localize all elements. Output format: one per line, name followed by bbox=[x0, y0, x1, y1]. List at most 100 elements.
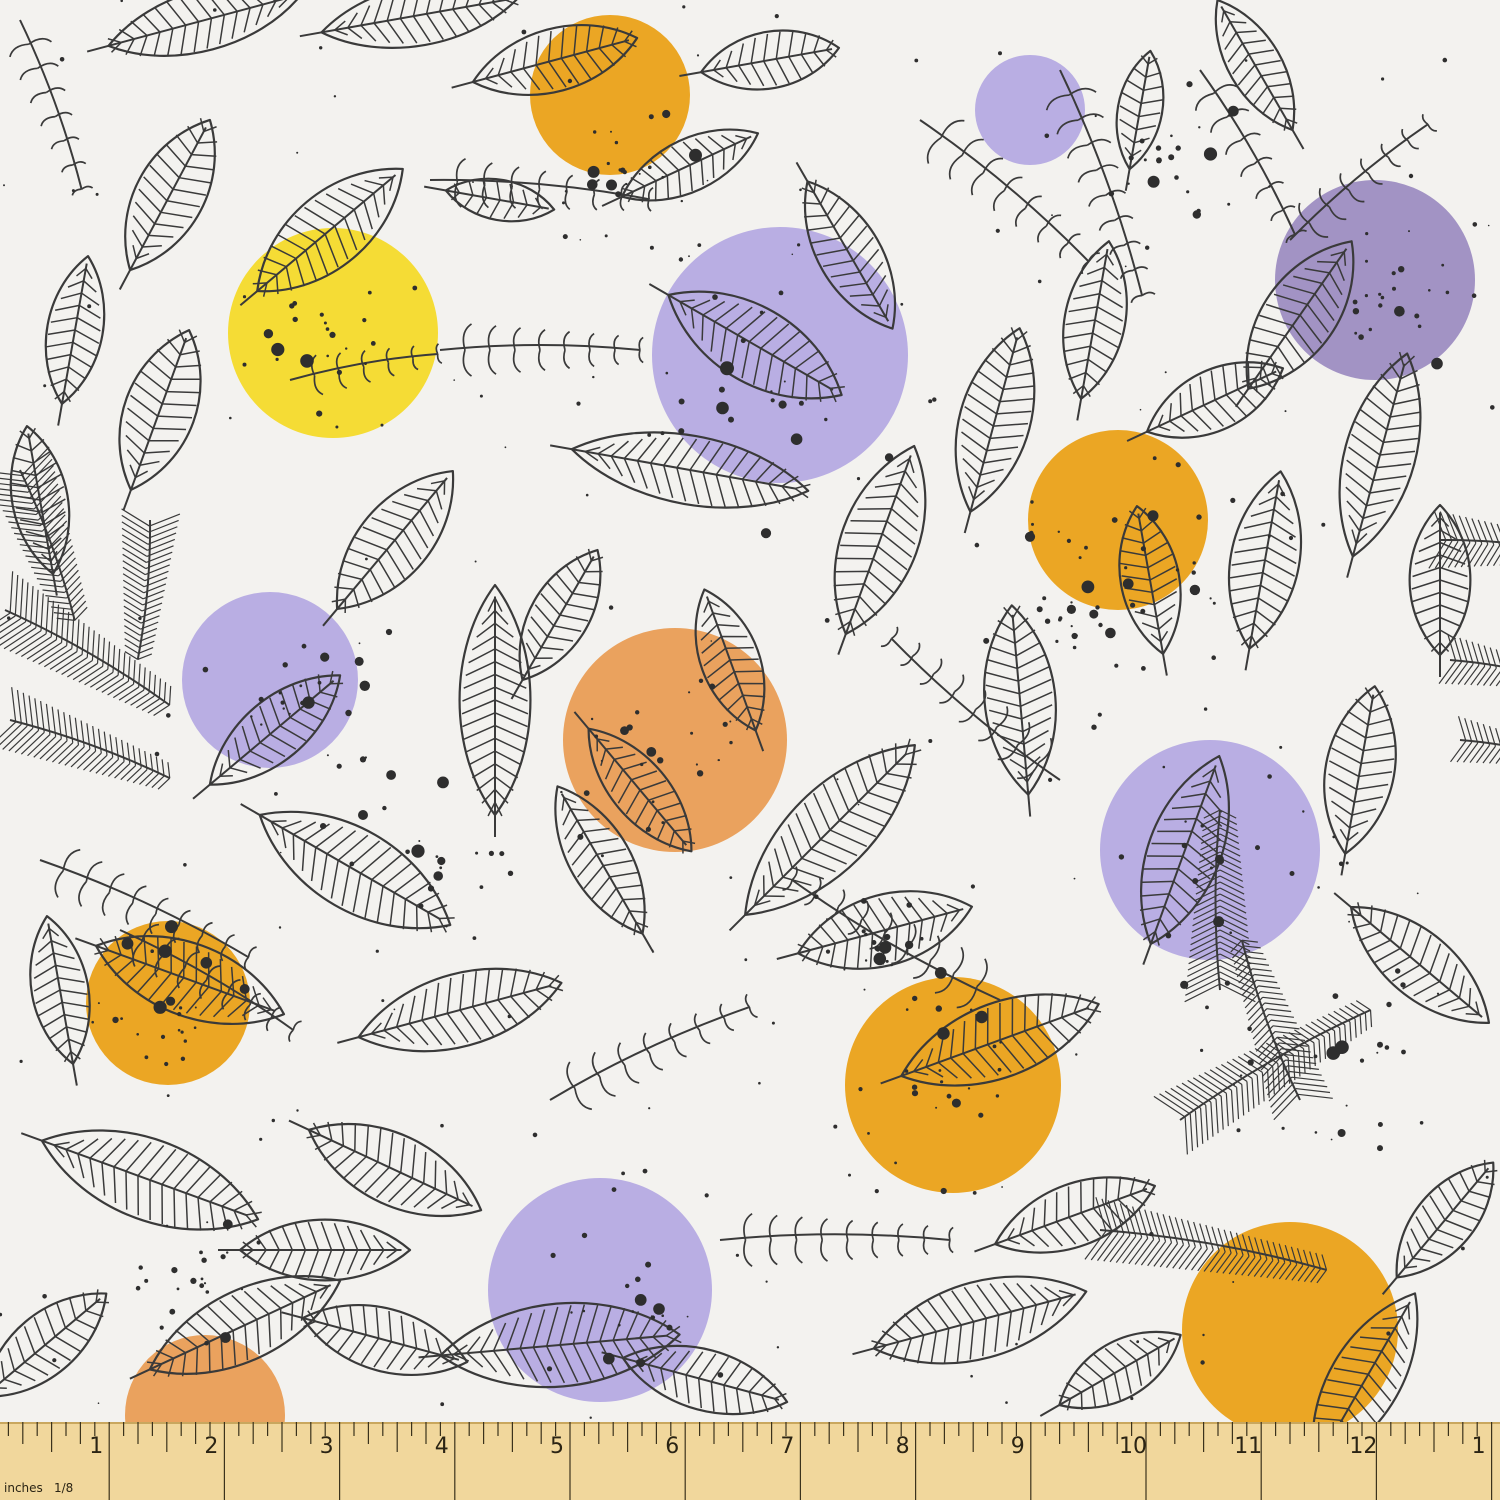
ink-drop bbox=[938, 1069, 942, 1072]
ink-drop bbox=[158, 944, 172, 958]
fabric-swatch: 1 2 3 4 5 6 7 8 9 10 11 12 1 inches 1/8 bbox=[0, 0, 1500, 1500]
ruler-number: 6 bbox=[665, 1434, 679, 1459]
ink-drop bbox=[594, 734, 599, 739]
ink-drop bbox=[662, 109, 671, 119]
ink-drop bbox=[778, 400, 787, 409]
ink-drop bbox=[359, 756, 367, 763]
ink-drop bbox=[1139, 408, 1142, 411]
ink-drop bbox=[900, 302, 904, 306]
ink-drop bbox=[1281, 1126, 1285, 1130]
ink-drop bbox=[1376, 1051, 1379, 1054]
ink-drop bbox=[1180, 980, 1189, 989]
ink-drop bbox=[164, 1061, 169, 1067]
ink-drop bbox=[1267, 534, 1271, 538]
ink-drop bbox=[52, 1358, 57, 1363]
ink-drop bbox=[488, 850, 494, 857]
ink-drop bbox=[435, 855, 439, 858]
ink-drop bbox=[992, 1044, 997, 1049]
ink-drop bbox=[587, 165, 600, 178]
ink-drop bbox=[682, 5, 686, 9]
ink-drop bbox=[770, 398, 775, 403]
ink-drop bbox=[220, 1332, 231, 1343]
ink-drop bbox=[833, 1124, 838, 1129]
ink-drop bbox=[560, 790, 563, 794]
ink-drop bbox=[911, 1090, 919, 1097]
ink-drop bbox=[617, 1323, 621, 1327]
ink-drop bbox=[240, 1288, 244, 1291]
ink-drop bbox=[1058, 616, 1063, 621]
ink-drop bbox=[183, 863, 187, 867]
ink-drop bbox=[759, 310, 764, 315]
ink-drop bbox=[1136, 1340, 1140, 1344]
ink-drop bbox=[362, 318, 367, 323]
ink-drop bbox=[1149, 1231, 1154, 1237]
ink-drop bbox=[635, 710, 640, 715]
ink-drop bbox=[978, 1112, 984, 1118]
ink-drop bbox=[884, 933, 891, 941]
ink-drop bbox=[1377, 1041, 1383, 1048]
ink-drop bbox=[349, 861, 355, 867]
ink-drop bbox=[1485, 1175, 1489, 1179]
ink-drop bbox=[645, 1261, 652, 1268]
ink-drop bbox=[928, 739, 933, 743]
ink-drop bbox=[1213, 916, 1225, 928]
ink-drop bbox=[1487, 224, 1490, 227]
ink-drop bbox=[864, 932, 868, 937]
ink-drop bbox=[570, 1311, 573, 1314]
ink-drop bbox=[263, 329, 274, 339]
ink-drop bbox=[1330, 1138, 1333, 1141]
ink-drop bbox=[1378, 292, 1382, 296]
ink-drop bbox=[689, 148, 702, 162]
ink-drop bbox=[650, 1315, 656, 1320]
ink-drop bbox=[260, 723, 263, 726]
ink-drop bbox=[636, 1358, 646, 1368]
ink-drop bbox=[626, 724, 633, 731]
ink-drop bbox=[1203, 707, 1208, 711]
ink-drop bbox=[798, 400, 804, 406]
ink-drop bbox=[300, 354, 314, 368]
ink-drop bbox=[935, 1106, 938, 1109]
ink-drop bbox=[740, 338, 746, 344]
ink-drop bbox=[1233, 1083, 1235, 1086]
ink-drop bbox=[824, 417, 828, 422]
ink-drop bbox=[153, 1000, 167, 1014]
ink-drop bbox=[637, 1297, 643, 1303]
ink-drop bbox=[1284, 410, 1287, 413]
ink-drop bbox=[370, 341, 376, 346]
ink-drop bbox=[299, 684, 303, 688]
ink-drop bbox=[581, 1232, 588, 1239]
ink-drop bbox=[177, 1028, 181, 1032]
ink-drop bbox=[867, 1132, 870, 1135]
ink-drop bbox=[577, 833, 584, 840]
ink-drop bbox=[1139, 138, 1145, 144]
ink-drop bbox=[631, 1310, 635, 1313]
ruler-number: 1 bbox=[89, 1434, 103, 1459]
ink-drop bbox=[1408, 230, 1410, 233]
ink-drop bbox=[1205, 1005, 1209, 1010]
ink-drop bbox=[1332, 993, 1339, 999]
ink-drop bbox=[1332, 835, 1336, 839]
ink-drop bbox=[825, 949, 831, 954]
ink-drop bbox=[728, 416, 734, 423]
ink-drop bbox=[857, 803, 860, 806]
ink-drop bbox=[589, 1416, 592, 1419]
ink-drop bbox=[645, 826, 652, 832]
ink-drop bbox=[320, 823, 327, 830]
ink-drop bbox=[507, 870, 514, 876]
ink-drop bbox=[1436, 992, 1440, 995]
ink-drop bbox=[199, 1250, 203, 1255]
ink-drop bbox=[1227, 202, 1231, 206]
ink-drop bbox=[744, 958, 748, 962]
ruler-number: 9 bbox=[1011, 1434, 1025, 1459]
ink-drop bbox=[381, 999, 385, 1003]
ink-drop bbox=[380, 423, 384, 427]
ink-drop bbox=[316, 410, 323, 417]
ink-drop bbox=[278, 691, 282, 695]
ink-drop bbox=[1230, 497, 1236, 503]
ink-drop bbox=[1289, 871, 1295, 876]
ink-drop bbox=[564, 190, 568, 193]
ink-drop bbox=[1419, 1121, 1424, 1125]
ink-drop bbox=[1348, 920, 1350, 923]
ink-drop bbox=[412, 285, 418, 291]
ink-drop bbox=[1075, 1053, 1078, 1056]
